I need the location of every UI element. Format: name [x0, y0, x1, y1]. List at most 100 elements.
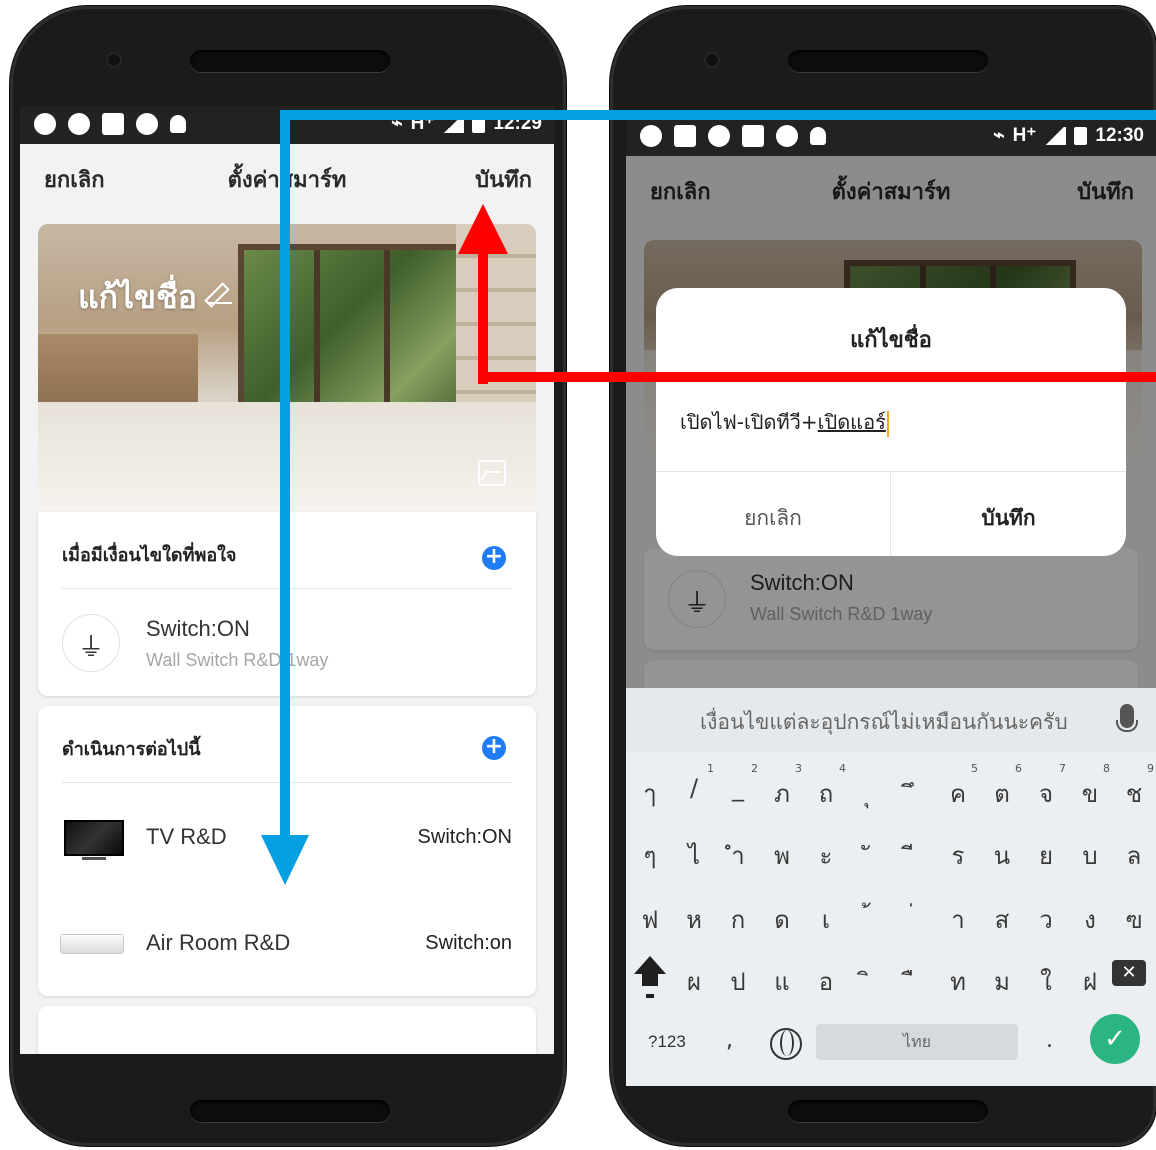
key-hint: 9: [1147, 762, 1154, 775]
key[interactable]: จ7: [1024, 762, 1068, 813]
key[interactable]: แ: [760, 962, 804, 1001]
key[interactable]: ๅ: [628, 774, 672, 813]
key[interactable]: ฝ: [1068, 962, 1112, 1001]
globe-icon[interactable]: [770, 1028, 802, 1060]
key[interactable]: ฃ: [1112, 900, 1156, 939]
pencil-icon[interactable]: [208, 278, 232, 304]
microphone-icon[interactable]: [1116, 704, 1138, 732]
key[interactable]: ใ: [1024, 962, 1068, 1001]
clock: 12:30: [1095, 124, 1144, 146]
key[interactable]: ผ: [672, 962, 716, 1001]
comma-key[interactable]: ,: [726, 1028, 733, 1053]
aperture-icon: [640, 125, 662, 147]
key[interactable]: ส: [980, 900, 1024, 939]
key-label: า: [951, 906, 965, 934]
action-item-status[interactable]: Switch:on: [425, 932, 512, 955]
key-label: เ: [821, 906, 831, 934]
bell-icon: [170, 115, 186, 133]
key[interactable]: ล: [1112, 836, 1156, 875]
top-speaker: [190, 50, 390, 72]
next-card: [38, 1006, 536, 1054]
suggestion-text[interactable]: เงื่อนไขแต่ละอุปกรณ์ไม่เหมือนกันนะครับ: [700, 706, 1068, 739]
key[interactable]: า: [936, 900, 980, 939]
dialog-cancel-button[interactable]: ยกเลิก: [656, 502, 890, 535]
key[interactable]: ั: [848, 836, 892, 875]
screen-right: ⌁ H⁺ 12:30 ยกเลิก ตั้งค่าสมาร์ท บันทึก ⏚…: [626, 118, 1156, 1086]
key[interactable]: ข8: [1068, 762, 1112, 813]
keyboard-icon: [674, 125, 696, 147]
key-label: ห: [686, 906, 702, 934]
network-type: H⁺: [1012, 125, 1037, 146]
key[interactable]: ะ: [804, 836, 848, 875]
add-action-button[interactable]: +: [482, 736, 506, 760]
name-input[interactable]: เปิดไฟ-เปิดทีวี+เปิดแอร์: [680, 406, 889, 438]
enter-key[interactable]: ✓: [1090, 1014, 1140, 1064]
key-label: ค: [949, 780, 967, 808]
red-arrow-vertical: [478, 250, 488, 384]
key[interactable]: ึ: [892, 774, 936, 813]
key[interactable]: ้: [848, 900, 892, 939]
key[interactable]: ค5: [936, 762, 980, 813]
signal-icon: [1044, 126, 1067, 145]
key[interactable]: ม: [980, 962, 1024, 1001]
key[interactable]: ป: [716, 962, 760, 1001]
save-button[interactable]: บันทึก: [475, 162, 532, 197]
key[interactable]: ุ: [848, 774, 892, 813]
key[interactable]: ง: [1068, 900, 1112, 939]
conditions-title: เมื่อมีเงื่อนไขใดที่พอใจ: [62, 545, 237, 566]
key[interactable]: ช9: [1112, 762, 1156, 813]
backspace-key[interactable]: ✕: [1112, 960, 1146, 986]
key[interactable]: ร: [936, 836, 980, 875]
key[interactable]: /1: [672, 762, 716, 802]
key[interactable]: ภ3: [760, 762, 804, 813]
key[interactable]: ื: [892, 962, 936, 1001]
key-label: ป: [730, 968, 746, 996]
key[interactable]: ี: [892, 836, 936, 875]
key-row-2: ๆ ไ ำ พ ะัี รนยบล: [626, 822, 1156, 882]
key[interactable]: บ: [1068, 836, 1112, 875]
key[interactable]: พ: [760, 836, 804, 875]
key[interactable]: ่: [892, 900, 936, 939]
symbols-key[interactable]: ?123: [648, 1032, 686, 1052]
space-key[interactable]: ไทย: [816, 1024, 1018, 1060]
key[interactable]: ด: [760, 900, 804, 939]
key[interactable]: ๆ: [628, 836, 672, 875]
key[interactable]: อ: [804, 962, 848, 1001]
key[interactable]: _ 2: [716, 762, 760, 802]
add-condition-button[interactable]: +: [482, 546, 506, 570]
key-label: ต: [994, 780, 1010, 808]
key-row-3: ฟหกด เ้่ า ส ว ง ฃ: [626, 886, 1156, 946]
key-hint: 5: [971, 762, 978, 775]
image-icon[interactable]: [478, 460, 506, 486]
key-label: ถ: [818, 780, 834, 808]
key[interactable]: เ: [804, 900, 848, 939]
key[interactable]: ต6: [980, 762, 1024, 813]
key-label: /: [689, 774, 699, 802]
cast-icon: ⌁: [993, 125, 1005, 146]
key-label: ข: [1081, 780, 1099, 808]
download-icon: [102, 113, 124, 135]
dialog-save-button[interactable]: บันทึก: [891, 502, 1126, 535]
shift-key[interactable]: [634, 956, 666, 996]
key-hint: 3: [795, 762, 802, 775]
key[interactable]: ไ: [672, 836, 716, 875]
suggestion-strip[interactable]: เงื่อนไขแต่ละอุปกรณ์ไม่เหมือนกันนะครับ: [626, 688, 1156, 752]
key[interactable]: ำ: [716, 836, 760, 875]
key[interactable]: ท: [936, 962, 980, 1001]
key[interactable]: ิ: [848, 962, 892, 1001]
key[interactable]: ก: [716, 900, 760, 939]
action-item-status[interactable]: Switch:ON: [418, 826, 512, 849]
download-icon: [742, 125, 764, 147]
key[interactable]: ฟ: [628, 900, 672, 939]
period-key[interactable]: .: [1046, 1028, 1053, 1053]
key[interactable]: ห: [672, 900, 716, 939]
key[interactable]: ย: [1024, 836, 1068, 875]
key-label: ภ: [774, 780, 790, 808]
red-arrow-horizontal: [478, 372, 1156, 382]
key-label: ะ: [819, 842, 833, 870]
key[interactable]: น: [980, 836, 1024, 875]
key-label: จ: [1038, 780, 1054, 808]
rename-link[interactable]: แก้ไขชื่อ: [78, 272, 197, 323]
key[interactable]: ว: [1024, 900, 1068, 939]
key[interactable]: ถ4: [804, 762, 848, 813]
